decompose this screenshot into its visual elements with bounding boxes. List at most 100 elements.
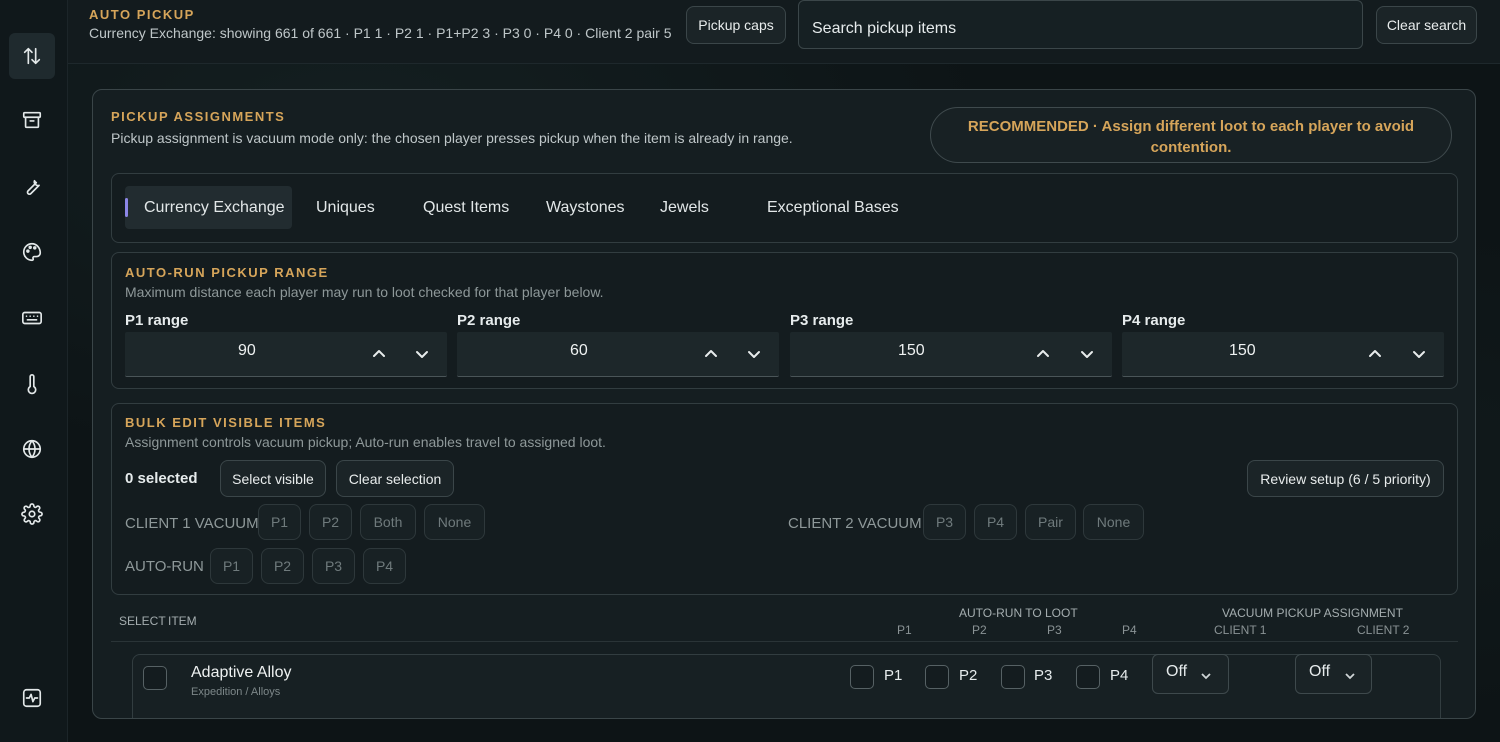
p3-range-value: 150 [898, 342, 925, 359]
increment-icon[interactable] [1367, 346, 1383, 362]
tab-currency-exchange[interactable]: Currency Exchange [125, 186, 292, 229]
pickup-assignments-panel: PICKUP ASSIGNMENTS Pickup assignment is … [92, 89, 1476, 719]
decrement-icon[interactable] [746, 346, 762, 362]
p2-range-label: P2 range [457, 312, 521, 329]
p2-range-value: 60 [570, 342, 588, 359]
client2-option-p4[interactable]: P4 [974, 504, 1017, 540]
palette-icon[interactable] [9, 229, 55, 275]
decrement-icon[interactable] [414, 346, 430, 362]
client2-vacuum-label: CLIENT 2 VACUUM [788, 515, 922, 532]
sort-arrows-icon[interactable] [9, 33, 55, 79]
assignments-title: PICKUP ASSIGNMENTS [111, 109, 286, 124]
tab-exceptional-bases[interactable]: Exceptional Bases [767, 186, 899, 229]
sidebar [0, 0, 68, 742]
auto-run-range-section: AUTO-RUN PICKUP RANGE Maximum distance e… [111, 252, 1458, 389]
decrement-icon[interactable] [1079, 346, 1095, 362]
client1-option-p2[interactable]: P2 [309, 504, 352, 540]
bulk-edit-title: BULK EDIT VISIBLE ITEMS [125, 415, 327, 430]
auto-run-title: AUTO-RUN PICKUP RANGE [125, 265, 329, 280]
auto-run-p4-label: P4 [1110, 667, 1129, 684]
client1-select-value: Off [1166, 663, 1188, 680]
client2-option-pair[interactable]: Pair [1025, 504, 1076, 540]
tab-jewels[interactable]: Jewels [660, 186, 709, 229]
p4-range-label: P4 range [1122, 312, 1186, 329]
p1-range-label: P1 range [125, 312, 189, 329]
auto-run-p1-checkbox[interactable] [850, 665, 874, 689]
auto-run-bulk-label: AUTO-RUN [125, 558, 204, 575]
auto-run-p3-label: P3 [1034, 667, 1053, 684]
item-name: Adaptive Alloy [191, 664, 292, 681]
keyboard-icon[interactable] [9, 295, 55, 341]
p3-range-label: P3 range [790, 312, 854, 329]
bulk-edit-subtitle: Assignment controls vacuum pickup; Auto-… [125, 434, 606, 450]
page-title: AUTO PICKUP [89, 7, 195, 22]
auto-run-p3-checkbox[interactable] [1001, 665, 1025, 689]
auto-run-option-p2[interactable]: P2 [261, 548, 304, 584]
item-category: Expedition / Alloys [191, 686, 281, 698]
top-bar: AUTO PICKUP Currency Exchange: showing 6… [68, 0, 1500, 64]
client1-vacuum-label: CLIENT 1 VACUUM [125, 515, 259, 532]
increment-icon[interactable] [1035, 346, 1051, 362]
auto-run-option-p3[interactable]: P3 [312, 548, 355, 584]
increment-icon[interactable] [703, 346, 719, 362]
client1-option-none[interactable]: None [424, 504, 485, 540]
client2-select[interactable]: Off [1295, 654, 1372, 694]
column-select: SELECT [119, 614, 166, 628]
page-summary: Currency Exchange: showing 661 of 661 · … [89, 25, 672, 41]
auto-run-subtitle: Maximum distance each player may run to … [125, 284, 604, 300]
column-item: ITEM [168, 614, 197, 628]
column-auto-run-p3: P3 [1047, 623, 1062, 637]
tab-quest-items[interactable]: Quest Items [423, 186, 509, 229]
decrement-icon[interactable] [1411, 346, 1427, 362]
pickup-caps-button[interactable]: Pickup caps [686, 6, 786, 44]
increment-icon[interactable] [371, 346, 387, 362]
search-input[interactable] [798, 0, 1363, 49]
select-visible-button[interactable]: Select visible [220, 460, 326, 497]
column-client1: CLIENT 1 [1214, 623, 1267, 637]
chevron-down-icon [1344, 669, 1356, 681]
wrench-icon[interactable] [9, 163, 55, 209]
clear-search-button[interactable]: Clear search [1376, 6, 1477, 44]
column-auto-run-p2: P2 [972, 623, 987, 637]
auto-run-option-p1[interactable]: P1 [210, 548, 253, 584]
p4-range-input[interactable]: 150 [1122, 332, 1444, 377]
column-auto-run-p1: P1 [897, 623, 912, 637]
tab-uniques[interactable]: Uniques [316, 186, 375, 229]
thermometer-icon[interactable] [9, 361, 55, 407]
table-row: Adaptive Alloy Expedition / Alloys P1 P2… [132, 654, 1441, 718]
chevron-down-icon [1200, 669, 1212, 681]
recommendation-badge: RECOMMENDED · Assign different loot to e… [930, 107, 1452, 163]
auto-run-p1-label: P1 [884, 667, 903, 684]
column-auto-run-p4: P4 [1122, 623, 1137, 637]
client1-option-both[interactable]: Both [360, 504, 416, 540]
category-tabs: Currency Exchange Uniques Quest Items Wa… [111, 173, 1458, 243]
auto-run-option-p4[interactable]: P4 [363, 548, 406, 584]
auto-run-p4-checkbox[interactable] [1076, 665, 1100, 689]
review-setup-button[interactable]: Review setup (6 / 5 priority) [1247, 460, 1444, 497]
globe-icon[interactable] [9, 426, 55, 472]
client2-option-none[interactable]: None [1083, 504, 1144, 540]
activity-icon[interactable] [9, 675, 55, 721]
auto-run-p2-checkbox[interactable] [925, 665, 949, 689]
header-divider [111, 641, 1458, 642]
p1-range-value: 90 [238, 342, 256, 359]
p2-range-input[interactable]: 60 [457, 332, 779, 377]
clear-selection-button[interactable]: Clear selection [336, 460, 454, 497]
client2-select-value: Off [1309, 663, 1331, 680]
tab-waystones[interactable]: Waystones [546, 186, 625, 229]
p3-range-input[interactable]: 150 [790, 332, 1112, 377]
archive-icon[interactable] [9, 97, 55, 143]
selected-count: 0 selected [125, 470, 198, 487]
row-select-checkbox[interactable] [143, 666, 167, 690]
client2-option-p3[interactable]: P3 [923, 504, 966, 540]
p4-range-value: 150 [1229, 342, 1256, 359]
column-group-vacuum: VACUUM PICKUP ASSIGNMENT [1222, 606, 1403, 620]
client1-select[interactable]: Off [1152, 654, 1229, 694]
client1-option-p1[interactable]: P1 [258, 504, 301, 540]
p1-range-input[interactable]: 90 [125, 332, 447, 377]
column-group-auto-run: AUTO-RUN TO LOOT [959, 606, 1078, 620]
gear-icon[interactable] [9, 491, 55, 537]
column-client2: CLIENT 2 [1357, 623, 1410, 637]
bulk-edit-section: BULK EDIT VISIBLE ITEMS Assignment contr… [111, 403, 1458, 595]
assignments-subtitle: Pickup assignment is vacuum mode only: t… [111, 130, 793, 146]
